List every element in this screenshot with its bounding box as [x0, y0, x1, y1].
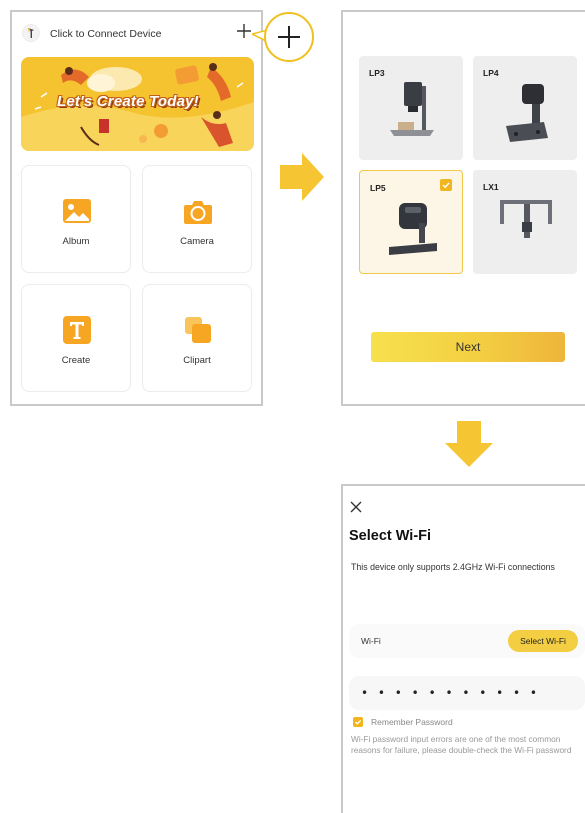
password-hint: Wi-Fi password input errors are one of t…: [351, 734, 572, 755]
device-label: LP4: [483, 68, 499, 78]
device-select-screen: LP3 LP4 LP5 LX1 Next: [341, 10, 585, 406]
wifi-screen: Select Wi-Fi This device only supports 2…: [341, 484, 585, 813]
text-icon: [63, 316, 91, 344]
clipart-label: Clipart: [183, 355, 211, 366]
laser-engraver-image: [506, 84, 548, 142]
password-input[interactable]: • • • • • • • • • • •: [349, 676, 585, 710]
home-screen: Click to Connect Device Let's Create Tod…: [10, 10, 263, 406]
device-card-lp3[interactable]: LP3: [359, 56, 463, 160]
remember-password-checkbox[interactable]: [353, 717, 363, 727]
clipart-tile[interactable]: Clipart: [142, 284, 252, 392]
home-header: Click to Connect Device: [12, 12, 261, 54]
device-logo-icon: [22, 24, 40, 42]
create-label: Create: [61, 355, 91, 366]
laser-engraver-image: [500, 200, 552, 238]
close-icon[interactable]: [349, 500, 363, 514]
promo-banner[interactable]: Let's Create Today!: [21, 57, 254, 151]
device-label: LX1: [483, 182, 499, 192]
device-card-lp4[interactable]: LP4: [473, 56, 577, 160]
image-icon: [63, 199, 91, 223]
device-card-lp5[interactable]: LP5: [359, 170, 463, 274]
page-title: Select Wi-Fi: [349, 528, 432, 544]
next-button[interactable]: Next: [371, 332, 565, 362]
camera-tile[interactable]: Camera: [142, 165, 252, 273]
plus-callout: [264, 12, 314, 62]
camera-label: Camera: [180, 236, 214, 247]
create-tile[interactable]: Create: [21, 284, 131, 392]
device-card-lx1[interactable]: LX1: [473, 170, 577, 274]
device-label: LP3: [369, 68, 385, 78]
wifi-label: Wi-Fi: [361, 636, 381, 646]
banner-title: Let's Create Today!: [57, 93, 199, 110]
wifi-network-row: Wi-Fi Select Wi-Fi: [349, 624, 585, 658]
album-tile[interactable]: Album: [21, 165, 131, 273]
arrow-down-icon: [445, 421, 493, 467]
laser-engraver-image: [389, 203, 437, 255]
laser-engraver-image: [390, 82, 434, 136]
arrow-right-icon: [280, 153, 324, 201]
plus-icon: [278, 26, 300, 48]
connect-device-link[interactable]: Click to Connect Device: [50, 28, 161, 40]
wifi-support-note: This device only supports 2.4GHz Wi-Fi c…: [351, 562, 555, 572]
album-label: Album: [62, 236, 90, 247]
selected-check-icon: [440, 179, 452, 191]
select-wifi-button[interactable]: Select Wi-Fi: [508, 630, 578, 652]
device-label: LP5: [370, 183, 386, 193]
add-device-plus-icon[interactable]: [234, 21, 254, 41]
clipart-icon: [185, 317, 211, 343]
remember-password-label[interactable]: Remember Password: [371, 717, 453, 727]
camera-icon: [184, 201, 212, 224]
